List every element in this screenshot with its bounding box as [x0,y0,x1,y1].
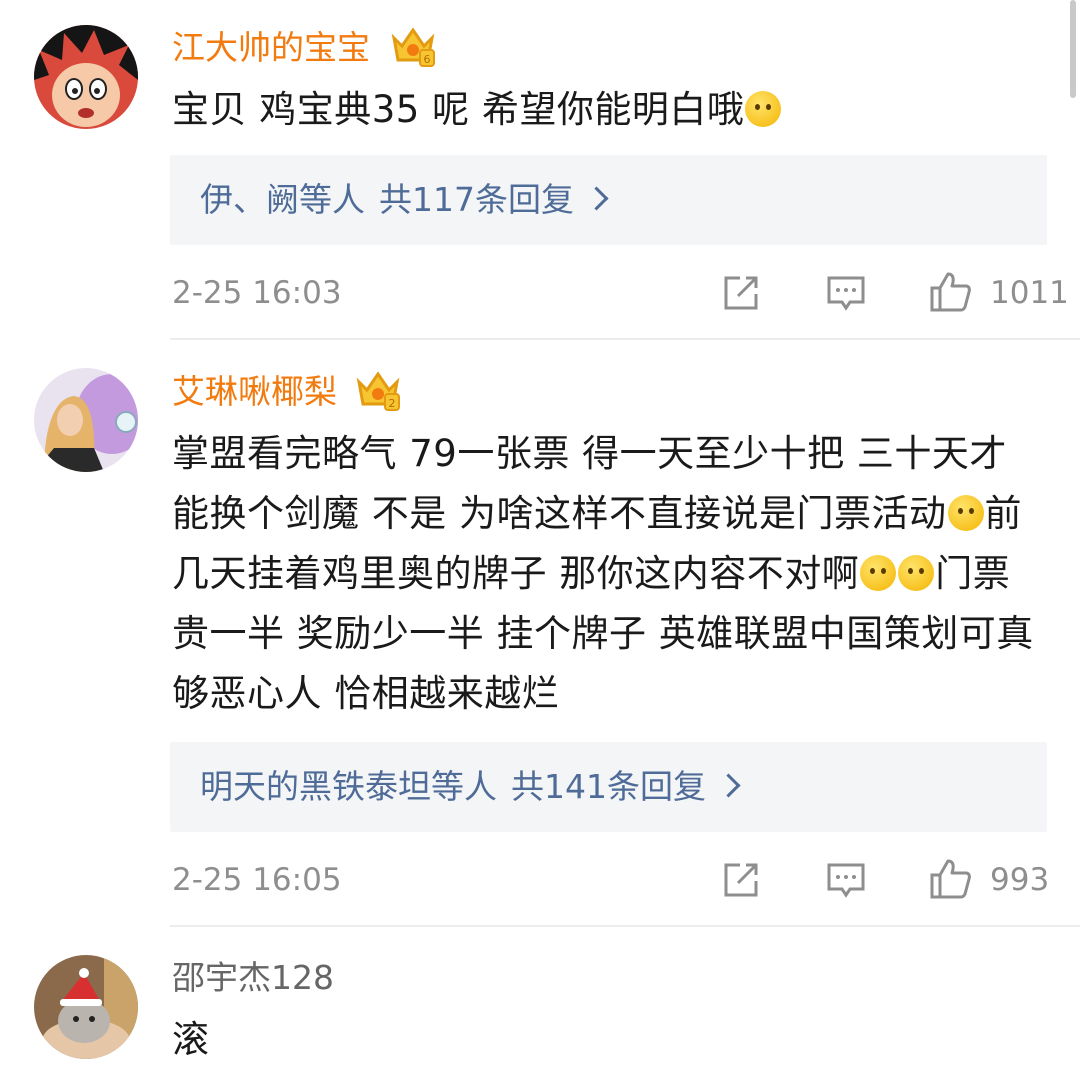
sweat-emoji-icon [898,555,935,591]
comment-text: 掌盟看完略气 79一张票 得一天至少十把 三十天才能换个剑魔 不是 为啥这样不直… [172,432,1034,715]
vip-crown-icon: 6 [390,24,436,72]
username[interactable]: 邵宇杰128 [172,958,334,998]
comment-icon[interactable] [825,272,867,318]
confused-emoji-icon [947,495,984,531]
like-count: 1011 [990,275,1069,311]
share-icon[interactable] [720,272,762,318]
like-icon[interactable] [928,270,972,318]
kiss-emoji-icon [745,91,782,127]
username-text[interactable]: 艾琳啾椰梨 [172,372,337,411]
avatar[interactable] [34,368,138,472]
comment-text: 宝贝 鸡宝典35 呢 希望你能明白哦 [172,80,1042,140]
chevron-right-icon [584,186,609,211]
comment-text: 滚 [172,1018,210,1061]
confused-emoji-icon [860,555,897,591]
username[interactable]: 江大帅的宝宝 [172,28,370,68]
reply-names[interactable]: 明天的黑铁泰坦等人 [200,767,497,806]
username-text[interactable]: 江大帅的宝宝 [172,28,370,67]
avatar[interactable] [34,955,138,1059]
reply-count[interactable]: 共117条回复 [379,180,574,219]
reply-names[interactable]: 伊、阙等人 [200,180,365,219]
reply-count[interactable]: 共141条回复 [511,767,706,806]
svg-text:6: 6 [424,53,431,66]
vip-crown-icon: 2 [355,368,401,416]
like-icon[interactable] [928,857,972,905]
avatar[interactable] [34,25,138,129]
username-text[interactable]: 邵宇杰128 [172,958,334,997]
divider [170,925,1080,927]
chevron-right-icon [716,773,741,798]
timestamp: 2-25 16:03 [172,275,342,311]
divider [170,338,1080,340]
comment-icon[interactable] [825,859,867,905]
username[interactable]: 艾琳啾椰梨 [172,372,337,412]
scrollbar[interactable] [1070,0,1076,98]
timestamp: 2-25 16:05 [172,862,342,898]
reply-preview[interactable]: 明天的黑铁泰坦等人 共141条回复 [170,742,1047,832]
like-count: 993 [990,862,1050,898]
share-icon[interactable] [720,859,762,905]
reply-preview[interactable]: 伊、阙等人 共117条回复 [170,155,1047,245]
svg-text:2: 2 [389,397,396,410]
